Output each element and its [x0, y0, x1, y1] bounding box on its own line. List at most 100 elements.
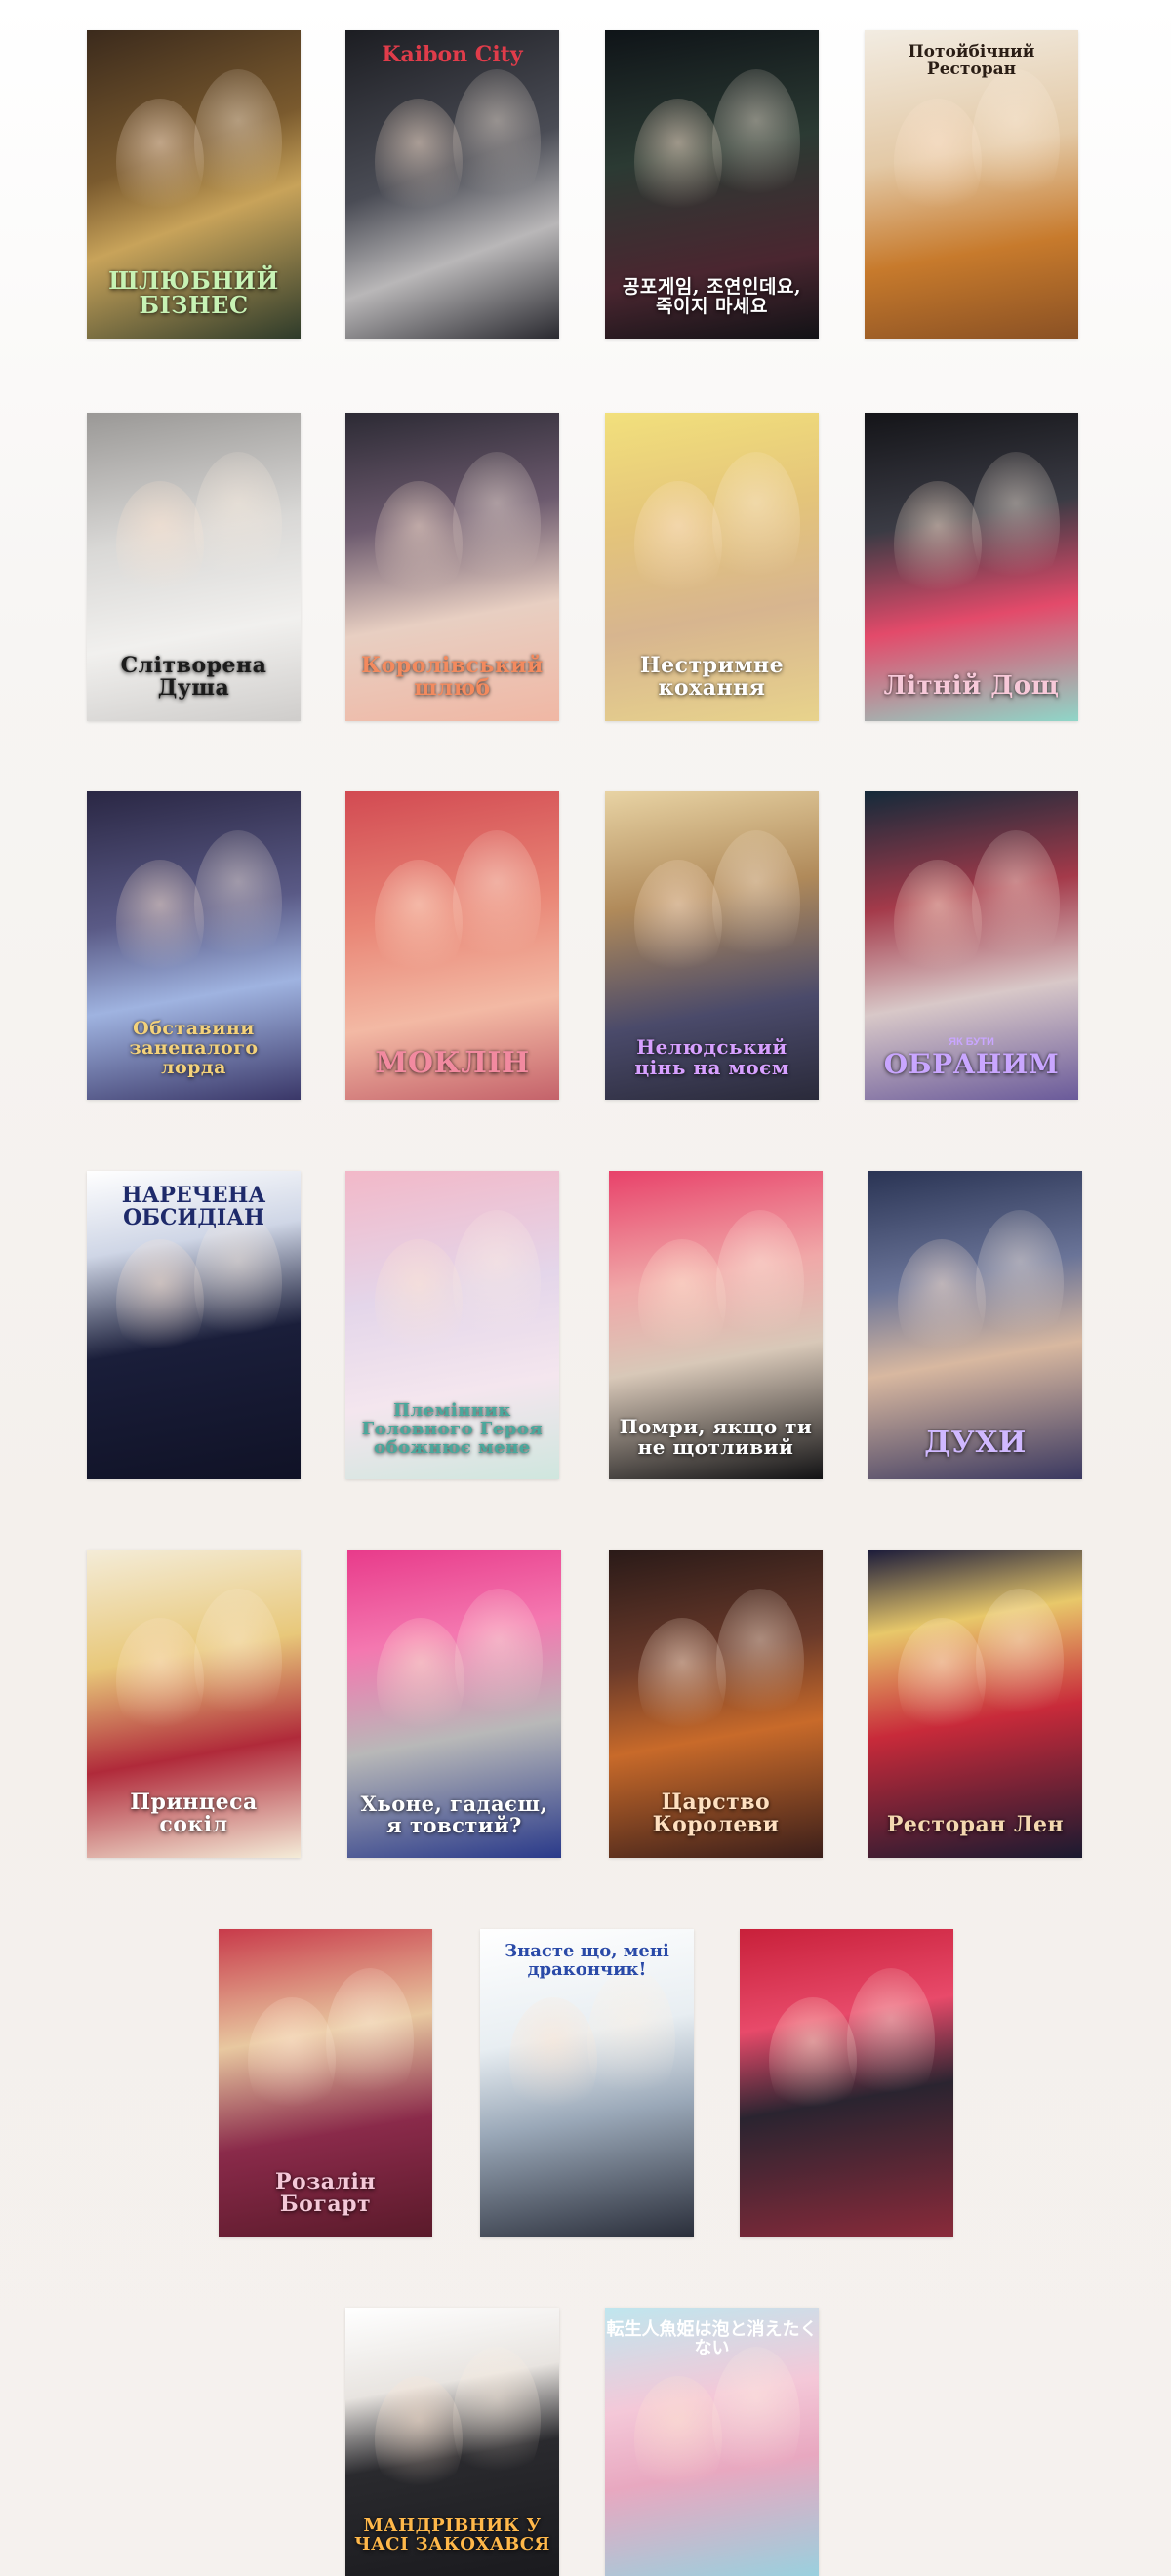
manga-cover[interactable]: Нестримне кохання [605, 413, 819, 721]
character-figure [634, 481, 722, 608]
cover-title: Племінник Головного Героя обожнює мене [361, 1400, 544, 1459]
character-figure [116, 481, 204, 608]
character-figure [194, 452, 282, 598]
cover-title: Обставини занепалого лорда [129, 1018, 259, 1079]
manga-cover[interactable]: Нелюдський цінь на моєм [605, 791, 819, 1100]
character-figure [453, 452, 541, 598]
character-figure [847, 1968, 935, 2114]
cover-title: НАРЕЧЕНА ОБСИДІАН [121, 1183, 266, 1231]
cover-title: Нелюдський цінь на моєм [634, 1035, 789, 1079]
character-figure [375, 860, 463, 986]
manga-cover[interactable]: 転生人魚姫は泡と消えたくない [605, 2308, 819, 2576]
cover-title: МОКЛІН [375, 1045, 530, 1080]
manga-cover[interactable]: ДУХИ [868, 1171, 1082, 1479]
character-figure [116, 1618, 204, 1745]
character-figure [894, 99, 982, 225]
manga-cover[interactable]: Королівський шлюб [345, 413, 559, 721]
cover-title: Розалін Богарт [275, 2168, 376, 2217]
manga-cover[interactable]: Ресторан Лен [868, 1550, 1082, 1858]
cover-title: МАНДРІВНИК У ЧАСІ ЗАКОХАВСЯ [354, 2516, 550, 2556]
manga-cover[interactable]: Kaibon City [345, 30, 559, 339]
cover-title: Слітворена Душа [120, 652, 267, 701]
character-figure [248, 1997, 336, 2124]
character-figure [972, 69, 1060, 216]
character-figure [375, 481, 463, 608]
manga-cover[interactable]: МАНДРІВНИК У ЧАСІ ЗАКОХАВСЯ [345, 2308, 559, 2576]
character-figure [634, 860, 722, 986]
manga-cover[interactable]: МОКЛІН [345, 791, 559, 1100]
manga-cover[interactable]: Слітворена Душа [87, 413, 301, 721]
manga-cover[interactable]: Помри, якщо ти не щотливий [609, 1171, 823, 1479]
character-figure [898, 1239, 986, 1366]
character-figure [712, 452, 800, 598]
manga-cover[interactable]: Літній Дощ [865, 413, 1078, 721]
character-figure [638, 1239, 726, 1366]
character-figure [976, 1210, 1064, 1356]
character-figure [712, 2347, 800, 2493]
character-figure [116, 99, 204, 225]
character-figure [769, 1997, 857, 2124]
character-figure [894, 481, 982, 608]
character-figure [453, 1210, 541, 1356]
cover-title: 転生人魚姫は泡と消えたくない [606, 2319, 818, 2358]
manga-cover[interactable]: 공포게임, 조연인데요, 죽이지 마세요 [605, 30, 819, 339]
character-figure [453, 69, 541, 216]
character-figure [712, 69, 800, 216]
character-figure [194, 1210, 282, 1356]
character-figure [972, 452, 1060, 598]
manga-cover[interactable]: Принцеса сокіл [87, 1550, 301, 1858]
character-figure [898, 1618, 986, 1745]
character-figure [976, 1589, 1064, 1735]
cover-title: Хьоне, гадаєш, я товстий? [360, 1791, 548, 1837]
manga-cover-grid: ШЛЮБНИЙ БІЗНЕС Kaibon City 공포게임, 조연인데요, 죽이… [0, 0, 1171, 2576]
cover-title: Kaibon City [382, 42, 523, 67]
character-figure [326, 1968, 414, 2114]
cover-title: Королівський шлюб [361, 652, 544, 701]
character-figure [453, 2347, 541, 2493]
character-figure [716, 1210, 804, 1356]
character-figure [375, 2376, 463, 2503]
character-figure [116, 1239, 204, 1366]
character-figure [716, 1589, 804, 1735]
manga-cover[interactable]: Знаєте що, мені дракончик! [480, 1929, 694, 2237]
character-figure [509, 1997, 597, 2124]
manga-cover[interactable]: Обставини занепалого лорда [87, 791, 301, 1100]
manga-cover[interactable] [740, 1929, 953, 2237]
manga-cover[interactable]: Розалін Богарт [219, 1929, 432, 2237]
character-figure [194, 1589, 282, 1735]
cover-title: ШЛЮБНИЙ БІЗНЕС [108, 265, 279, 319]
character-figure [375, 99, 463, 225]
cover-title: Царство Королеви [652, 1789, 780, 1837]
manga-cover[interactable]: Царство Королеви [609, 1550, 823, 1858]
manga-cover[interactable]: Потойбічний Ресторан [865, 30, 1078, 339]
character-figure [375, 1239, 463, 1366]
cover-title: Нестримне кохання [639, 652, 785, 701]
manga-cover[interactable]: ЯК БУТИ ОБРАНИМ [865, 791, 1078, 1100]
character-figure [116, 860, 204, 986]
cover-title: Ресторан Лен [886, 1811, 1065, 1837]
cover-title: Літній Дощ [883, 670, 1060, 701]
cover-title: Потойбічний Ресторан [908, 42, 1035, 79]
manga-cover[interactable]: НАРЕЧЕНА ОБСИДІАН [87, 1171, 301, 1479]
cover-title: 공포게임, 조연인데요, 죽이지 마세요 [622, 276, 802, 318]
cover-subtitle: ЯК БУТИ [949, 1035, 994, 1048]
character-figure [194, 830, 282, 977]
manga-cover[interactable]: Хьоне, гадаєш, я товстий? [347, 1550, 561, 1858]
character-figure [453, 830, 541, 977]
cover-title: Помри, якщо ти не щотливий [619, 1415, 813, 1459]
character-figure [194, 69, 282, 216]
character-figure [972, 830, 1060, 977]
manga-cover[interactable]: Племінник Головного Героя обожнює мене [345, 1171, 559, 1479]
character-figure [377, 1618, 464, 1745]
character-figure [634, 99, 722, 225]
cover-title: Знаєте що, мені дракончик! [505, 1941, 669, 1980]
character-figure [455, 1589, 543, 1735]
character-figure [894, 860, 982, 986]
cover-title: ОБРАНИМ [883, 1047, 1060, 1080]
character-figure [638, 1618, 726, 1745]
character-figure [712, 830, 800, 977]
character-figure [634, 2376, 722, 2503]
character-figure [587, 1968, 675, 2114]
cover-title: Принцеса сокіл [130, 1789, 258, 1837]
manga-cover[interactable]: ШЛЮБНИЙ БІЗНЕС [87, 30, 301, 339]
